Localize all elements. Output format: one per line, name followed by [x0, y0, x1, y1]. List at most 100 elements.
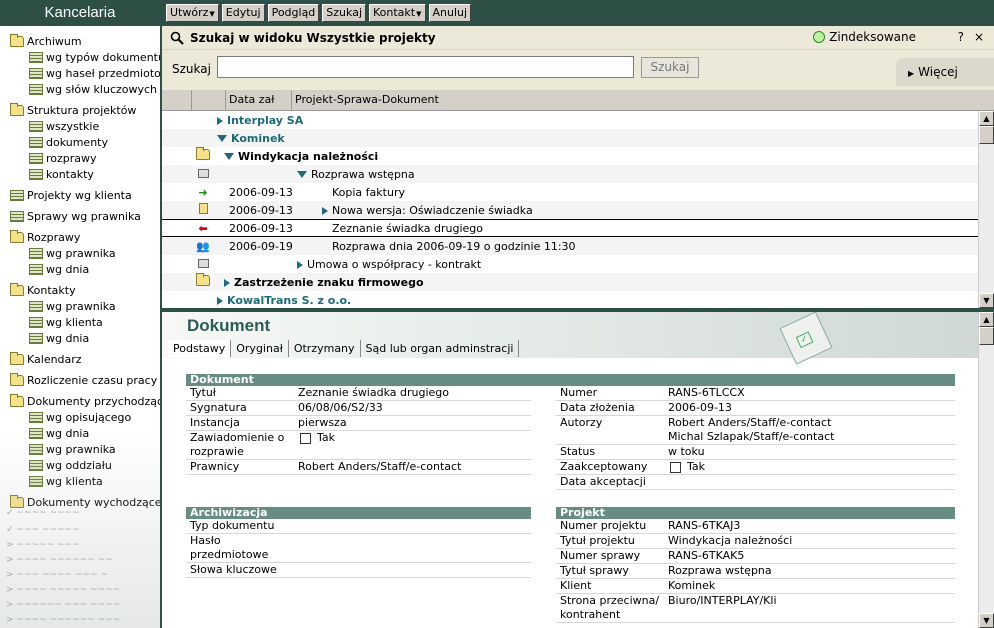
sidebar-item[interactable]: Struktura projektów — [0, 102, 160, 118]
sidebar-item-label: wg słów kluczowych — [46, 82, 158, 96]
sidebar-item[interactable]: wg klienta — [0, 473, 160, 489]
scroll-down-icon[interactable]: ▼ — [979, 293, 994, 308]
table-row[interactable]: Interplay SA — [162, 111, 978, 129]
toolbar-button[interactable]: Szukaj — [322, 4, 366, 22]
column-header-date[interactable]: Data zał — [226, 90, 292, 111]
tab-2[interactable]: Oryginał — [231, 340, 289, 357]
scroll-thumb[interactable] — [979, 126, 994, 144]
field-value-text: Rozprawa wstępna — [668, 564, 772, 577]
checkbox[interactable] — [300, 432, 311, 444]
sidebar-item[interactable]: dokumenty — [0, 134, 160, 150]
sidebar-item[interactable]: wg prawnika — [0, 441, 160, 457]
sidebar-item[interactable]: wg prawnika — [0, 298, 160, 314]
field-value-text: 2006-09-13 — [668, 401, 732, 414]
sidebar-item-label: wg oddziału — [46, 458, 112, 472]
field-value-text: RANS-6TKAK5 — [668, 549, 745, 562]
column-header-project[interactable]: Projekt-Sprawa-Dokument — [292, 90, 978, 111]
tab-1[interactable]: Podstawy — [168, 340, 232, 357]
sidebar-item-label: Struktura projektów — [27, 103, 137, 117]
list-icon — [10, 210, 24, 222]
sidebar-item-label: Sprawy wg prawnika — [27, 209, 141, 223]
grid-scrollbar[interactable]: ▲ ▼ — [978, 111, 994, 308]
more-button[interactable]: ▶ Więcej — [896, 58, 994, 86]
sidebar-item[interactable]: wg prawnika — [0, 245, 160, 261]
expand-right-icon[interactable] — [217, 116, 223, 125]
checkbox[interactable] — [670, 461, 681, 473]
scroll-up-icon[interactable]: ▲ — [979, 111, 994, 126]
arrow-left-icon: ⬅ — [198, 221, 208, 235]
scroll-down-icon[interactable]: ▼ — [979, 613, 994, 628]
sidebar-item[interactable]: wg dnia — [0, 425, 160, 441]
field-label: Zawiadomienie o rozprawie — [190, 431, 285, 458]
index-status-label: Zindeksowane — [829, 30, 916, 44]
sidebar-item[interactable]: Rozprawy — [0, 229, 160, 245]
help-button[interactable]: ? — [958, 30, 964, 44]
table-row[interactable]: 👥 2006-09-19 Rozprawa dnia 2006-09-19 o go… — [162, 237, 978, 255]
list-icon — [29, 247, 43, 259]
close-button[interactable]: × — [974, 30, 984, 44]
sidebar-item[interactable]: wg klienta — [0, 314, 160, 330]
table-row[interactable]: ⬅ 2006-09-13 Zeznanie świadka drugiego — [162, 219, 978, 237]
expand-right-icon[interactable] — [217, 296, 223, 305]
field-row: Tytuł sprawy Rozprawa wstępna — [556, 564, 955, 579]
sidebar-item[interactable]: wg oddziału — [0, 457, 160, 473]
search-input[interactable] — [217, 56, 634, 78]
field-label: Strona przeciwna/ kontrahent — [560, 594, 660, 621]
field-row: Numer projektu RANS-6TKAJ3 — [556, 519, 955, 534]
field-value: 2006-09-13 — [668, 401, 955, 415]
field-label: Typ dokumentu — [190, 519, 275, 532]
table-row[interactable]: Rozprawa wstępna — [162, 165, 978, 183]
table-row[interactable]: Zastrzeżenie znaku firmowego — [162, 273, 978, 291]
sidebar-item[interactable]: wszystkie — [0, 118, 160, 134]
tab-3[interactable]: Otrzymany — [289, 340, 361, 357]
sidebar-item[interactable]: kontakty — [0, 166, 160, 182]
scroll-thumb[interactable] — [979, 327, 994, 345]
toolbar-button[interactable]: Kontakt▼ — [369, 4, 426, 22]
sidebar-item[interactable]: rozprawy — [0, 150, 160, 166]
sidebar-item[interactable]: wg słów kluczowych — [0, 81, 160, 97]
toolbar-button[interactable]: Anuluj — [428, 4, 472, 22]
field-row: Instancja pierwsza — [186, 416, 531, 431]
scroll-up-icon[interactable]: ▲ — [979, 312, 994, 327]
expand-right-icon[interactable] — [297, 260, 303, 269]
field-value-text: RANS-6TKAJ3 — [668, 519, 741, 532]
sidebar-item[interactable]: wg opisującego — [0, 409, 160, 425]
sidebar-item[interactable]: Sprawy wg prawnika — [0, 208, 160, 224]
sidebar-item[interactable]: Dokumenty przychodzące — [0, 393, 160, 409]
table-row[interactable]: Kominek — [162, 129, 978, 147]
document-scrollbar[interactable]: ▲ ▼ — [978, 312, 994, 628]
field-row: Klient Kominek — [556, 579, 955, 594]
expand-down-icon[interactable] — [297, 171, 307, 178]
sidebar-item[interactable]: wg typów dokumentu — [0, 49, 160, 65]
field-row: Numer RANS-6TLCCX — [556, 386, 955, 401]
expand-right-icon[interactable] — [224, 278, 230, 287]
table-row[interactable]: Windykacja należności — [162, 147, 978, 165]
sidebar-item[interactable]: wg dnia — [0, 330, 160, 346]
tab-4[interactable]: Sąd lub organ adminstracji — [361, 340, 520, 357]
expand-down-icon[interactable] — [224, 153, 234, 160]
field-value-text: Windykacja należności — [668, 534, 793, 547]
table-row[interactable]: ➜ 2006-09-13 Kopia faktury — [162, 183, 978, 201]
expand-right-icon[interactable] — [322, 206, 328, 215]
search-button[interactable]: Szukaj — [641, 57, 699, 78]
sidebar-item[interactable]: wg haseł przedmiotow. — [0, 65, 160, 81]
toolbar-button[interactable]: Utwórz▼ — [166, 4, 219, 22]
sidebar-item[interactable]: Kontakty — [0, 282, 160, 298]
toolbar-button-label: Szukaj — [326, 6, 362, 19]
header-spacer-1 — [162, 90, 192, 111]
document-title: Dokument — [187, 316, 271, 335]
table-row[interactable]: 2006-09-13 Nowa wersja: Oświadczenie świa… — [162, 201, 978, 219]
expand-down-icon[interactable] — [217, 135, 227, 142]
toolbar-button[interactable]: Edytuj — [221, 4, 265, 22]
sidebar-item[interactable]: Dokumenty wychodzące — [0, 494, 160, 510]
sidebar-item[interactable]: Archiwum — [0, 33, 160, 49]
more-label: Więcej — [918, 65, 958, 79]
section-header: Archiwizacja — [186, 507, 531, 519]
sidebar-item[interactable]: Projekty wg klienta — [0, 187, 160, 203]
table-row[interactable]: KowalTrans S. z o.o. — [162, 291, 978, 308]
sidebar-item[interactable]: wg dnia — [0, 261, 160, 277]
toolbar-button[interactable]: Podgląd — [267, 4, 320, 22]
sidebar-item[interactable]: Kalendarz — [0, 351, 160, 367]
sidebar-item[interactable]: Rozliczenie czasu pracy — [0, 372, 160, 388]
table-row[interactable]: Umowa o współpracy - kontrakt — [162, 255, 978, 273]
